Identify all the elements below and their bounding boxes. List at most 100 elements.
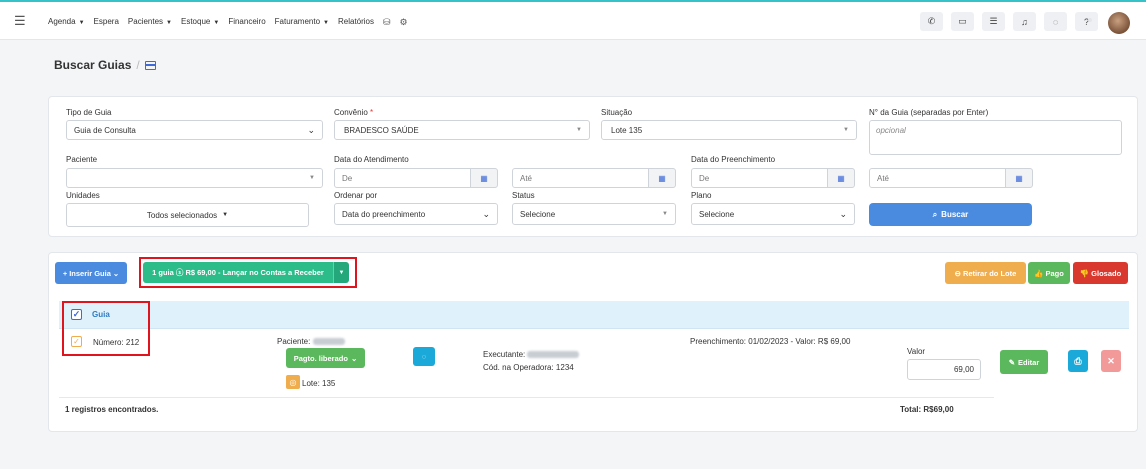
unidades-label: Unidades (66, 191, 100, 200)
minus-circle-icon: ⊖ (954, 268, 961, 278)
bell-icon[interactable]: ♫ (1013, 12, 1036, 31)
caret-down-icon: ▼ (309, 175, 315, 181)
delete-button[interactable]: ✕ (1101, 350, 1121, 372)
menu-item-pacientes[interactable]: Pacientes ▼ (128, 17, 172, 28)
ordenar-select[interactable]: Data do preenchimento ⌄ (334, 203, 498, 225)
chevron-down-icon: ⌄ (482, 209, 490, 219)
chat-bubble-icon: ◌ (421, 352, 427, 361)
menu-item-faturamento[interactable]: Faturamento ▼ (275, 17, 329, 28)
editar-button[interactable]: ✎ Editar (1000, 350, 1048, 374)
pagto-liberado-button[interactable]: Pagto. liberado ⌄ (286, 348, 365, 368)
situacao-select[interactable]: Lote 135 ▼ (601, 120, 857, 140)
gear-icon[interactable]: ⚙ (400, 17, 408, 28)
total-value: Total: R$69,00 (900, 405, 954, 414)
filter-panel: Tipo de Guia Guia de Consulta ⌄ Convênio… (48, 96, 1138, 237)
caret-down-icon: ▼ (166, 20, 172, 26)
avatar[interactable] (1108, 12, 1130, 34)
search-icon: ⌕ (932, 209, 938, 219)
status-label: Status (512, 191, 535, 200)
retirar-lote-button[interactable]: ⊖ Retirar do Lote (945, 262, 1026, 284)
situacao-label: Situação (601, 108, 633, 117)
records-count: 1 registros encontrados. (65, 405, 159, 414)
tipo-guia-select[interactable]: Guia de Consulta ⌄ (66, 120, 323, 140)
executante-field: Executante: (483, 350, 580, 359)
pago-button[interactable]: 👍 Pago (1028, 262, 1070, 284)
inbox-icon[interactable]: ▭ (951, 12, 974, 31)
main-menu: Agenda ▼ Espera Pacientes ▼ Estoque ▼ Finan… (48, 17, 417, 28)
cod-operadora: Cód. na Operadora: 1234 (483, 363, 574, 372)
caret-down-icon: ▼ (338, 269, 345, 276)
calendar-icon[interactable]: ▦ (1005, 168, 1033, 188)
unidades-multiselect[interactable]: Todos selecionados ▼ (66, 203, 309, 227)
calendar-icon[interactable]: ▦ (470, 168, 498, 188)
convenio-select[interactable]: BRADESCO SAÚDE ▼ (334, 120, 590, 140)
menu-item-relatorios[interactable]: Relatórios (338, 17, 374, 28)
caret-down-icon: ▼ (213, 20, 220, 26)
menu-item-espera[interactable]: Espera (94, 17, 119, 28)
guia-numero: Número: 212 (93, 338, 140, 347)
valor-input[interactable]: 69,00 (907, 359, 981, 380)
print-button[interactable]: ⎙ (1068, 350, 1088, 372)
thumbs-up-icon: 👍 (1034, 268, 1044, 278)
paciente-select[interactable]: ▼ (66, 168, 323, 188)
highlight-box (62, 301, 150, 356)
data-preenchimento-ate-input[interactable]: Até (869, 168, 1006, 188)
data-atendimento-label: Data do Atendimento (334, 155, 409, 164)
thumbs-down-icon: 👎 (1079, 268, 1090, 278)
caret-down-icon: ▼ (323, 20, 329, 26)
paciente-field: Paciente: (277, 337, 345, 346)
calendar-icon[interactable]: ▦ (648, 168, 676, 188)
lancar-contas-receber-button[interactable]: 1 guia ⓢ R$ 69,00 - Lançar no Contas a R… (143, 262, 333, 283)
glosado-button[interactable]: 👎 Glosado (1073, 262, 1128, 284)
results-panel: + Inserir Guia ⌄ 1 guia ⓢ R$ 69,00 - Lança… (48, 252, 1138, 432)
data-preenchimento-de-input[interactable]: De (691, 168, 828, 188)
close-icon: ✕ (1107, 355, 1115, 366)
ordenar-label: Ordenar por (334, 191, 378, 200)
inserir-guia-button[interactable]: + Inserir Guia ⌄ (55, 262, 127, 284)
database-icon[interactable]: ⛁ (383, 17, 391, 28)
data-atendimento-ate-input[interactable]: Até (512, 168, 649, 188)
caret-down-icon: ▼ (78, 20, 85, 26)
data-atendimento-de-input[interactable]: De (334, 168, 471, 188)
plano-select[interactable]: Selecione ⌄ (691, 203, 855, 225)
top-navbar: ☰ Agenda ▼ Espera Pacientes ▼ Estoque ▼ Fin… (0, 2, 1146, 40)
tipo-guia-label: Tipo de Guia (66, 108, 112, 117)
buscar-button[interactable]: ⌕ Buscar (869, 203, 1032, 226)
status-select[interactable]: Selecione ▼ (512, 203, 676, 225)
printer-icon: ⎙ (1074, 355, 1082, 366)
convenio-label: Convênio * (334, 108, 374, 117)
menu-item-estoque[interactable]: Estoque ▼ (181, 17, 219, 28)
checklist-icon[interactable]: ☰ (982, 12, 1005, 31)
table-header: ✓ Guia (59, 301, 1129, 329)
lote-value: Lote: 135 (302, 379, 336, 388)
data-preenchimento-label: Data do Preenchimento (691, 155, 776, 164)
comment-button[interactable]: ◌ (413, 347, 435, 366)
chevron-down-icon: ⌄ (112, 268, 120, 278)
menu-item-financeiro[interactable]: Financeiro (228, 17, 265, 28)
chevron-down-icon: ⌄ (307, 125, 315, 135)
paciente-label: Paciente (66, 155, 98, 164)
caret-down-icon: ▼ (843, 127, 849, 133)
chat-icon[interactable]: ◌ (1044, 12, 1067, 31)
preenchimento-info: Preenchimento: 01/02/2023 - Valor: R$ 69… (690, 337, 851, 346)
chevron-down-icon: ⌄ (350, 353, 358, 363)
lancar-dropdown-toggle[interactable]: ▼ (333, 262, 349, 283)
hamburger-menu-icon[interactable]: ☰ (14, 14, 26, 27)
calendar-icon[interactable]: ▦ (827, 168, 855, 188)
row-checkbox[interactable]: ✓ (71, 336, 82, 347)
phone-icon[interactable]: ✆ (920, 12, 943, 31)
navbar-icon-group: ✆ ▭ ☰ ♫ ◌ ? (920, 12, 1098, 31)
row-divider (59, 397, 994, 398)
num-guia-textarea[interactable]: opcional (869, 120, 1122, 155)
num-guia-label: N° da Guia (separadas por Enter) (869, 108, 989, 117)
plano-label: Plano (691, 191, 712, 200)
redacted-name (312, 338, 345, 345)
help-icon[interactable]: ? (1075, 12, 1098, 31)
lote-icon: ◎ (286, 375, 300, 389)
card-icon (144, 61, 156, 70)
caret-down-icon: ▼ (662, 211, 668, 217)
menu-item-agenda[interactable]: Agenda ▼ (48, 17, 85, 28)
caret-down-icon: ▼ (576, 127, 582, 133)
valor-label: Valor (907, 347, 926, 356)
chevron-down-icon: ⌄ (839, 209, 847, 219)
